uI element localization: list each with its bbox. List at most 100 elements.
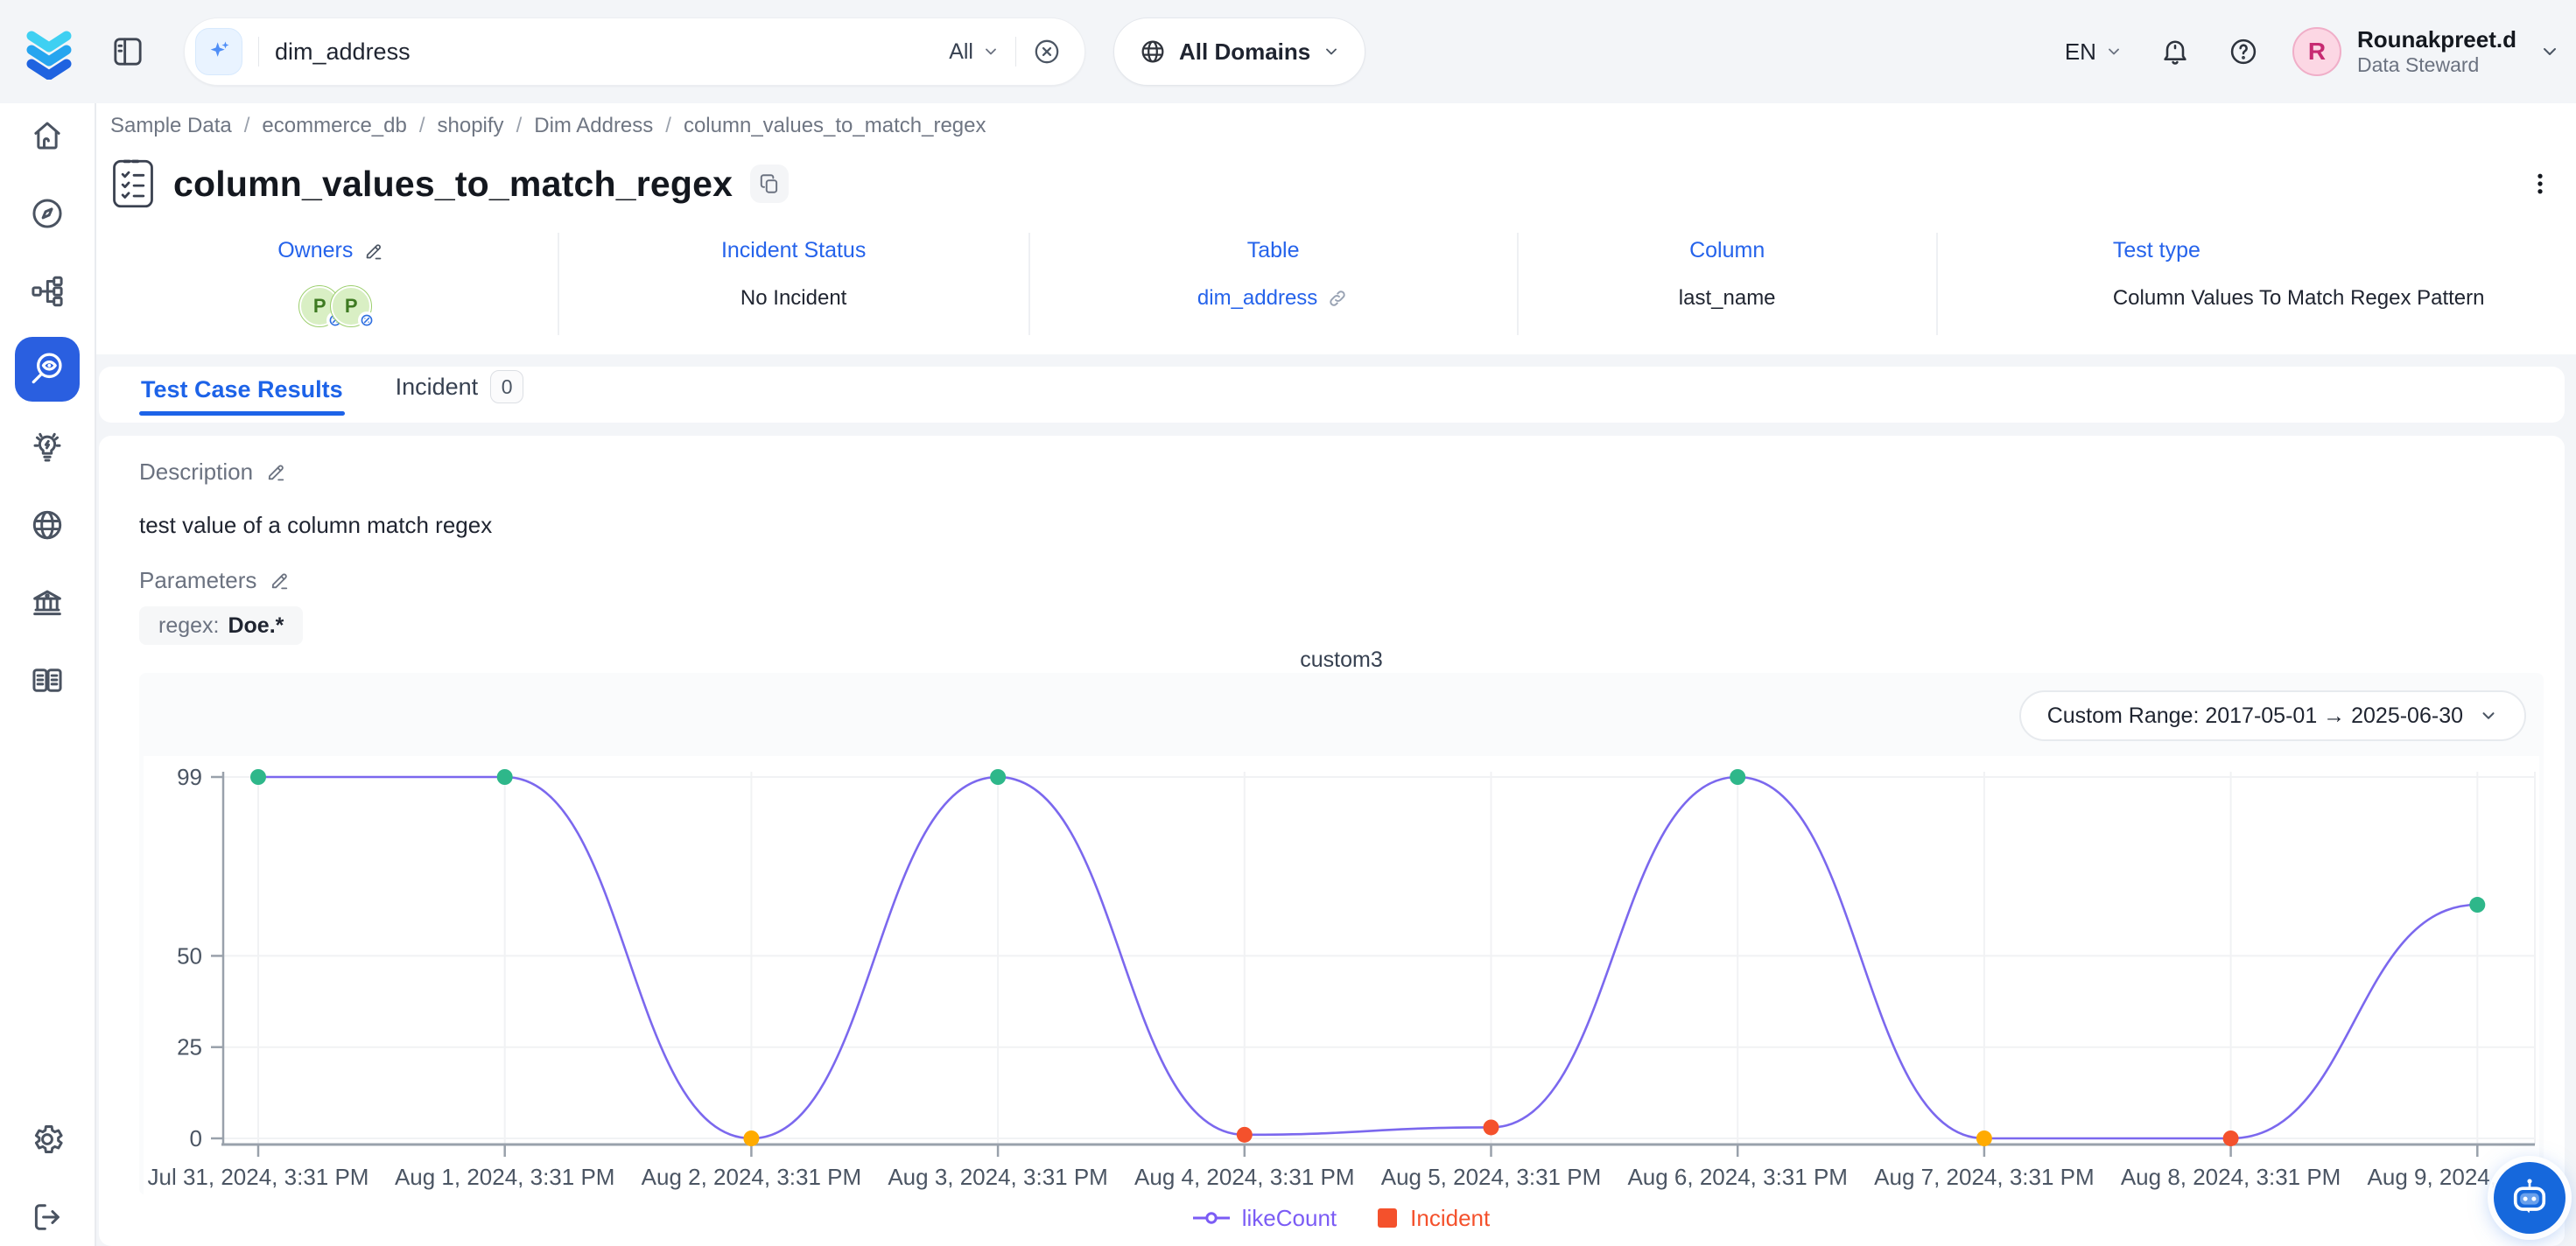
table-label: Table xyxy=(1247,238,1300,263)
lightbulb-icon xyxy=(29,429,66,466)
legend-label: likeCount xyxy=(1242,1205,1337,1232)
search-eye-icon xyxy=(27,349,67,389)
svg-text:Aug 6, 2024, 3:31 PM: Aug 6, 2024, 3:31 PM xyxy=(1627,1164,1848,1190)
copy-name-button[interactable] xyxy=(750,164,789,203)
user-avatar[interactable]: R xyxy=(2292,27,2341,76)
chat-assistant-button[interactable] xyxy=(2494,1162,2565,1234)
language-label: EN xyxy=(2065,38,2096,66)
help-icon[interactable] xyxy=(2228,36,2259,67)
info-row: Owners PP Incident Status No Incident Ta xyxy=(105,233,2558,335)
time-range-dropdown[interactable]: Custom Range: 2017-05-01 → 2025-06-30 xyxy=(2019,690,2526,741)
edit-parameters-icon[interactable] xyxy=(269,570,291,592)
svg-text:Jul 31, 2024, 3:31 PM: Jul 31, 2024, 3:31 PM xyxy=(148,1164,369,1190)
incident-count-badge: 0 xyxy=(490,370,523,403)
info-owners: Owners PP xyxy=(105,233,559,335)
language-selector[interactable]: EN xyxy=(2065,38,2123,66)
globe-icon xyxy=(1139,38,1167,66)
breadcrumb-item[interactable]: Dim Address xyxy=(534,114,653,138)
user-role: Data Steward xyxy=(2357,53,2516,78)
table-link[interactable]: dim_address xyxy=(1197,286,1349,311)
breadcrumb-separator: / xyxy=(419,114,425,138)
svg-text:0: 0 xyxy=(190,1125,202,1152)
all-domains-dropdown[interactable]: All Domains xyxy=(1113,18,1365,86)
owner-avatars: PP xyxy=(291,286,371,326)
search-input[interactable] xyxy=(275,38,949,66)
test-case-icon xyxy=(110,158,156,210)
test-results-card: Description test value of a column match… xyxy=(99,436,2565,1246)
logout-icon xyxy=(29,1199,66,1236)
parameter-key: regex: xyxy=(158,613,219,639)
sidebar-item-domains[interactable] xyxy=(22,500,73,550)
legend-item-likeCount[interactable]: likeCount xyxy=(1193,1205,1337,1232)
legend-line-marker-icon xyxy=(1193,1211,1230,1225)
sidebar-item-glossary[interactable] xyxy=(22,655,73,706)
sidebar-item-explore[interactable] xyxy=(22,188,73,239)
app-logo-icon[interactable] xyxy=(21,24,77,80)
time-range-label: Custom Range: 2017-05-01 → 2025-06-30 xyxy=(2047,704,2463,729)
svg-text:Aug 5, 2024, 3:31 PM: Aug 5, 2024, 3:31 PM xyxy=(1381,1164,1602,1190)
breadcrumb-item[interactable]: ecommerce_db xyxy=(262,114,406,138)
more-actions-kebab-icon[interactable] xyxy=(2527,169,2553,199)
search-scope-dropdown[interactable]: All xyxy=(949,39,1000,65)
link-icon xyxy=(1326,287,1349,310)
breadcrumb: Sample Data/ecommerce_db/shopify/Dim Add… xyxy=(105,114,2558,138)
edit-owners-icon[interactable] xyxy=(363,241,384,262)
sidebar-item-home[interactable] xyxy=(22,110,73,161)
sidebar-item-insights[interactable] xyxy=(22,422,73,472)
test-type-label: Test type xyxy=(2113,238,2200,263)
description-label: Description xyxy=(139,458,253,486)
chevron-down-icon xyxy=(982,43,1000,60)
parameter-value: Doe.* xyxy=(228,613,284,639)
owner-avatar[interactable]: P xyxy=(331,286,371,326)
sidebar-item-data-quality[interactable] xyxy=(15,337,80,402)
user-menu-chevron-icon[interactable] xyxy=(2539,41,2560,62)
plot-area[interactable]: 0255099Jul 31, 2024, 3:31 PMAug 1, 2024,… xyxy=(144,756,2539,1195)
search-scope-label: All xyxy=(949,39,973,65)
flow-icon xyxy=(29,273,66,310)
tab-incident[interactable]: Incident 0 xyxy=(394,370,526,423)
sidebar-item-settings[interactable] xyxy=(22,1114,73,1165)
chart-legend: likeCount Incident xyxy=(139,1202,2544,1234)
chart-panel: Custom Range: 2017-05-01 → 2025-06-30 0 2… xyxy=(139,673,2544,1195)
tab-test-case-results[interactable]: Test Case Results xyxy=(139,376,345,423)
breadcrumb-item[interactable]: shopify xyxy=(438,114,504,138)
edit-description-icon[interactable] xyxy=(265,461,287,483)
main-content: Sample Data/ecommerce_db/shopify/Dim Add… xyxy=(96,103,2576,1246)
page-title: column_values_to_match_regex xyxy=(173,164,733,205)
bank-icon xyxy=(29,584,66,621)
column-label: Column xyxy=(1689,238,1765,263)
chevron-down-icon xyxy=(2479,706,2498,725)
svg-text:25: 25 xyxy=(177,1034,202,1060)
table-name: dim_address xyxy=(1197,286,1317,311)
home-icon xyxy=(29,117,66,154)
notifications-bell-icon[interactable] xyxy=(2159,36,2191,67)
sidebar-toggle-icon[interactable] xyxy=(110,32,145,71)
robot-icon xyxy=(2507,1175,2552,1221)
sidebar-item-govern[interactable] xyxy=(22,578,73,628)
breadcrumb-separator: / xyxy=(516,114,523,138)
svg-text:Aug 4, 2024, 3:31 PM: Aug 4, 2024, 3:31 PM xyxy=(1134,1164,1355,1190)
description-text: test value of a column match regex xyxy=(139,512,2544,539)
parameters-label: Parameters xyxy=(139,567,256,594)
ai-sparkle-icon[interactable] xyxy=(195,28,242,75)
user-menu[interactable]: Rounakpreet.d Data Steward xyxy=(2357,26,2516,78)
search-divider-2 xyxy=(1015,37,1016,66)
incident-status-value: No Incident xyxy=(741,286,846,311)
globe-icon xyxy=(29,507,66,543)
sidebar-item-services[interactable] xyxy=(22,266,73,317)
line-chart: 0255099Jul 31, 2024, 3:31 PMAug 1, 2024,… xyxy=(144,756,2539,1195)
legend-item-Incident[interactable]: Incident xyxy=(1377,1205,1490,1232)
info-test-type: Test type Column Values To Match Regex P… xyxy=(1938,233,2558,335)
svg-text:Aug 1, 2024, 3:31 PM: Aug 1, 2024, 3:31 PM xyxy=(395,1164,615,1190)
svg-text:Aug 2, 2024, 3:31 PM: Aug 2, 2024, 3:31 PM xyxy=(642,1164,862,1190)
info-column: Column last_name xyxy=(1519,233,1938,335)
breadcrumb-item[interactable]: column_values_to_match_regex xyxy=(684,114,986,138)
topbar: All All Domains EN xyxy=(0,0,2576,103)
legend-square-icon xyxy=(1377,1208,1398,1228)
legend-label: Incident xyxy=(1410,1205,1490,1232)
clear-search-icon[interactable] xyxy=(1032,37,1062,66)
breadcrumb-item[interactable]: Sample Data xyxy=(110,114,232,138)
sidebar-item-logout[interactable] xyxy=(22,1192,73,1242)
svg-text:50: 50 xyxy=(177,942,202,969)
global-search-bar[interactable]: All xyxy=(184,18,1085,86)
